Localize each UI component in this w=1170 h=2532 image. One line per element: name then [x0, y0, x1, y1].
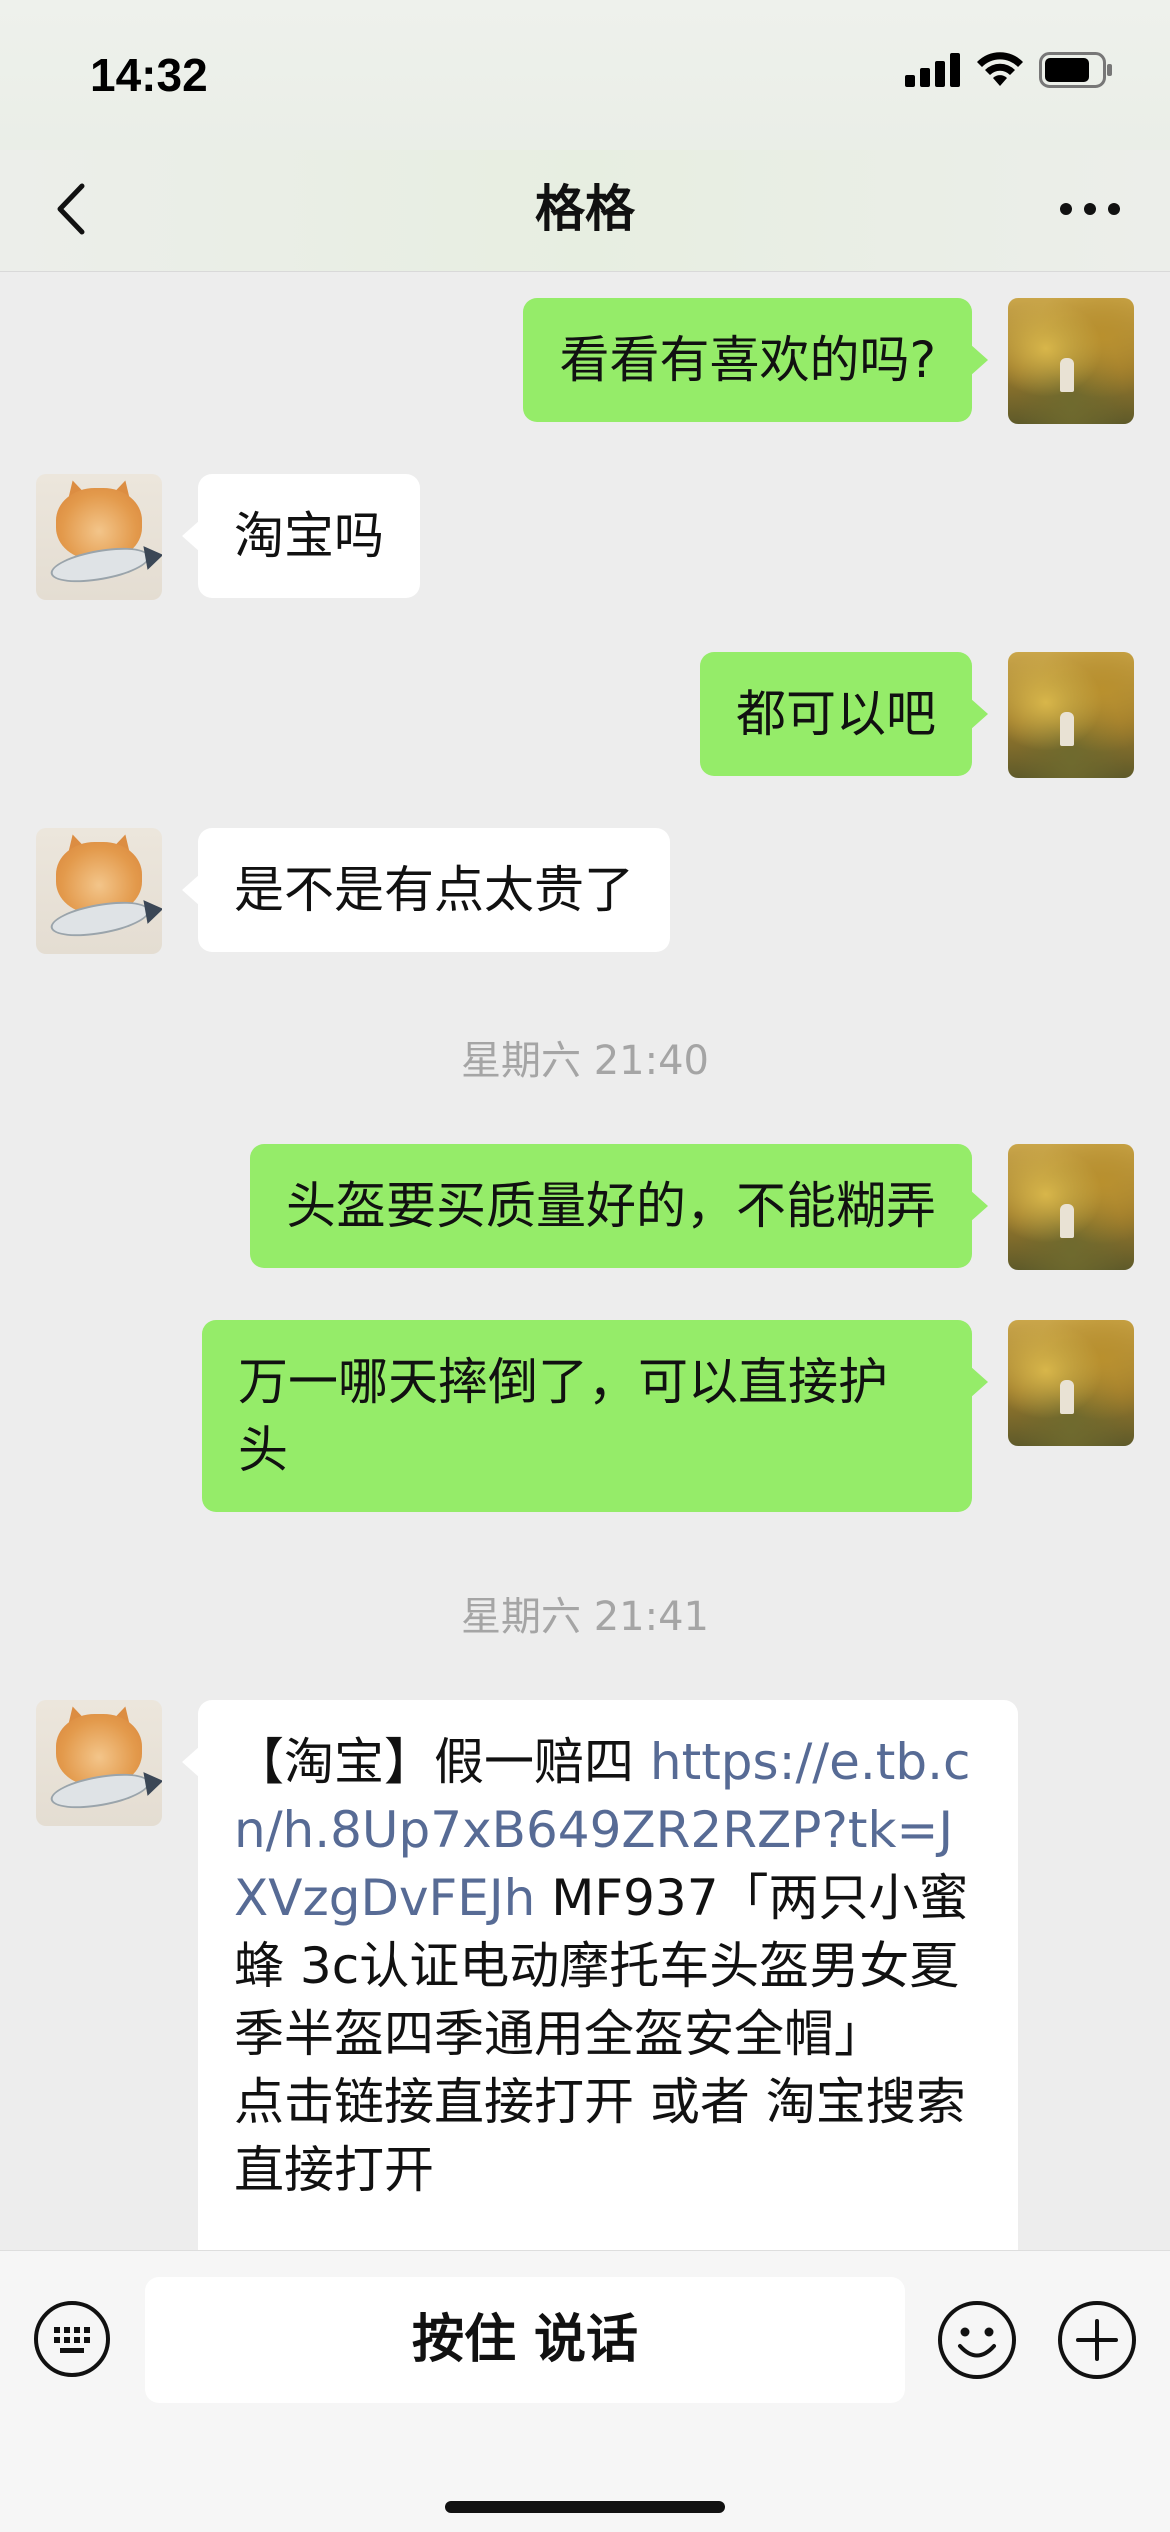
message-text-suffix: 点击链接直接打开 或者 淘宝搜索直接打开 [234, 2073, 966, 2199]
message-bubble-sent[interactable]: 头盔要买质量好的，不能糊弄 [250, 1144, 988, 1268]
signal-icon [905, 53, 960, 87]
keyboard-icon [34, 2301, 110, 2377]
message-text: 都可以吧 [736, 685, 936, 743]
avatar-self[interactable] [1008, 652, 1134, 778]
hold-to-talk-button[interactable]: 按住 说话 [145, 2277, 905, 2403]
plus-button[interactable] [1056, 2299, 1138, 2381]
nav-bar: 格格 [0, 150, 1170, 272]
avatar-self[interactable] [1008, 298, 1134, 424]
message-text: 万一哪天摔倒了，可以直接护头 [238, 1353, 888, 1479]
avatar-contact[interactable] [36, 828, 162, 954]
message-bubble-sent[interactable]: 都可以吧 [700, 652, 988, 776]
chat-title: 格格 [535, 180, 635, 238]
battery-icon [1039, 52, 1112, 88]
message-bubble-received[interactable]: 【淘宝】假一赔四 https://e.tb.cn/h.8Up7xB649ZR2R… [182, 1700, 1018, 2250]
status-bar: 14:32 [0, 0, 1170, 150]
status-time: 14:32 [90, 49, 208, 101]
message-bubble-received[interactable]: 是不是有点太贵了 [182, 828, 670, 952]
message-bubble-received[interactable]: 淘宝吗 [182, 474, 420, 598]
avatar-contact[interactable] [36, 1700, 162, 1826]
message-text: 淘宝吗 [234, 507, 384, 565]
avatar-contact[interactable] [36, 474, 162, 600]
home-indicator [445, 2501, 725, 2513]
message-text: 看看有喜欢的吗? [559, 331, 936, 389]
plus-icon [1058, 2301, 1136, 2379]
timestamp: 星期六 21:41 [461, 1594, 709, 1640]
message-text-prefix: 【淘宝】假一赔四 [234, 1733, 650, 1791]
message-bubble-sent[interactable]: 看看有喜欢的吗? [523, 298, 988, 422]
message-text: 头盔要买质量好的，不能糊弄 [286, 1177, 936, 1235]
status-icons [905, 52, 1115, 88]
emoji-icon [938, 2301, 1016, 2379]
message-text: 是不是有点太贵了 [234, 861, 634, 919]
avatar-self[interactable] [1008, 1320, 1134, 1446]
emoji-button[interactable] [936, 2299, 1018, 2381]
avatar-self[interactable] [1008, 1144, 1134, 1270]
more-button[interactable] [1050, 174, 1130, 244]
wifi-icon [977, 52, 1023, 86]
message-bubble-sent[interactable]: 万一哪天摔倒了，可以直接护头 [202, 1320, 988, 1512]
timestamp: 星期六 21:40 [461, 1038, 709, 1084]
keyboard-toggle-button[interactable] [32, 2299, 112, 2379]
chat-area[interactable]: 看看有喜欢的吗? 淘宝吗 都可以吧 是不是有点太贵了 星期六 21:40 头盔要… [0, 272, 1170, 2250]
input-bar: 按住 说话 [0, 2250, 1170, 2532]
more-icon [1060, 203, 1120, 215]
